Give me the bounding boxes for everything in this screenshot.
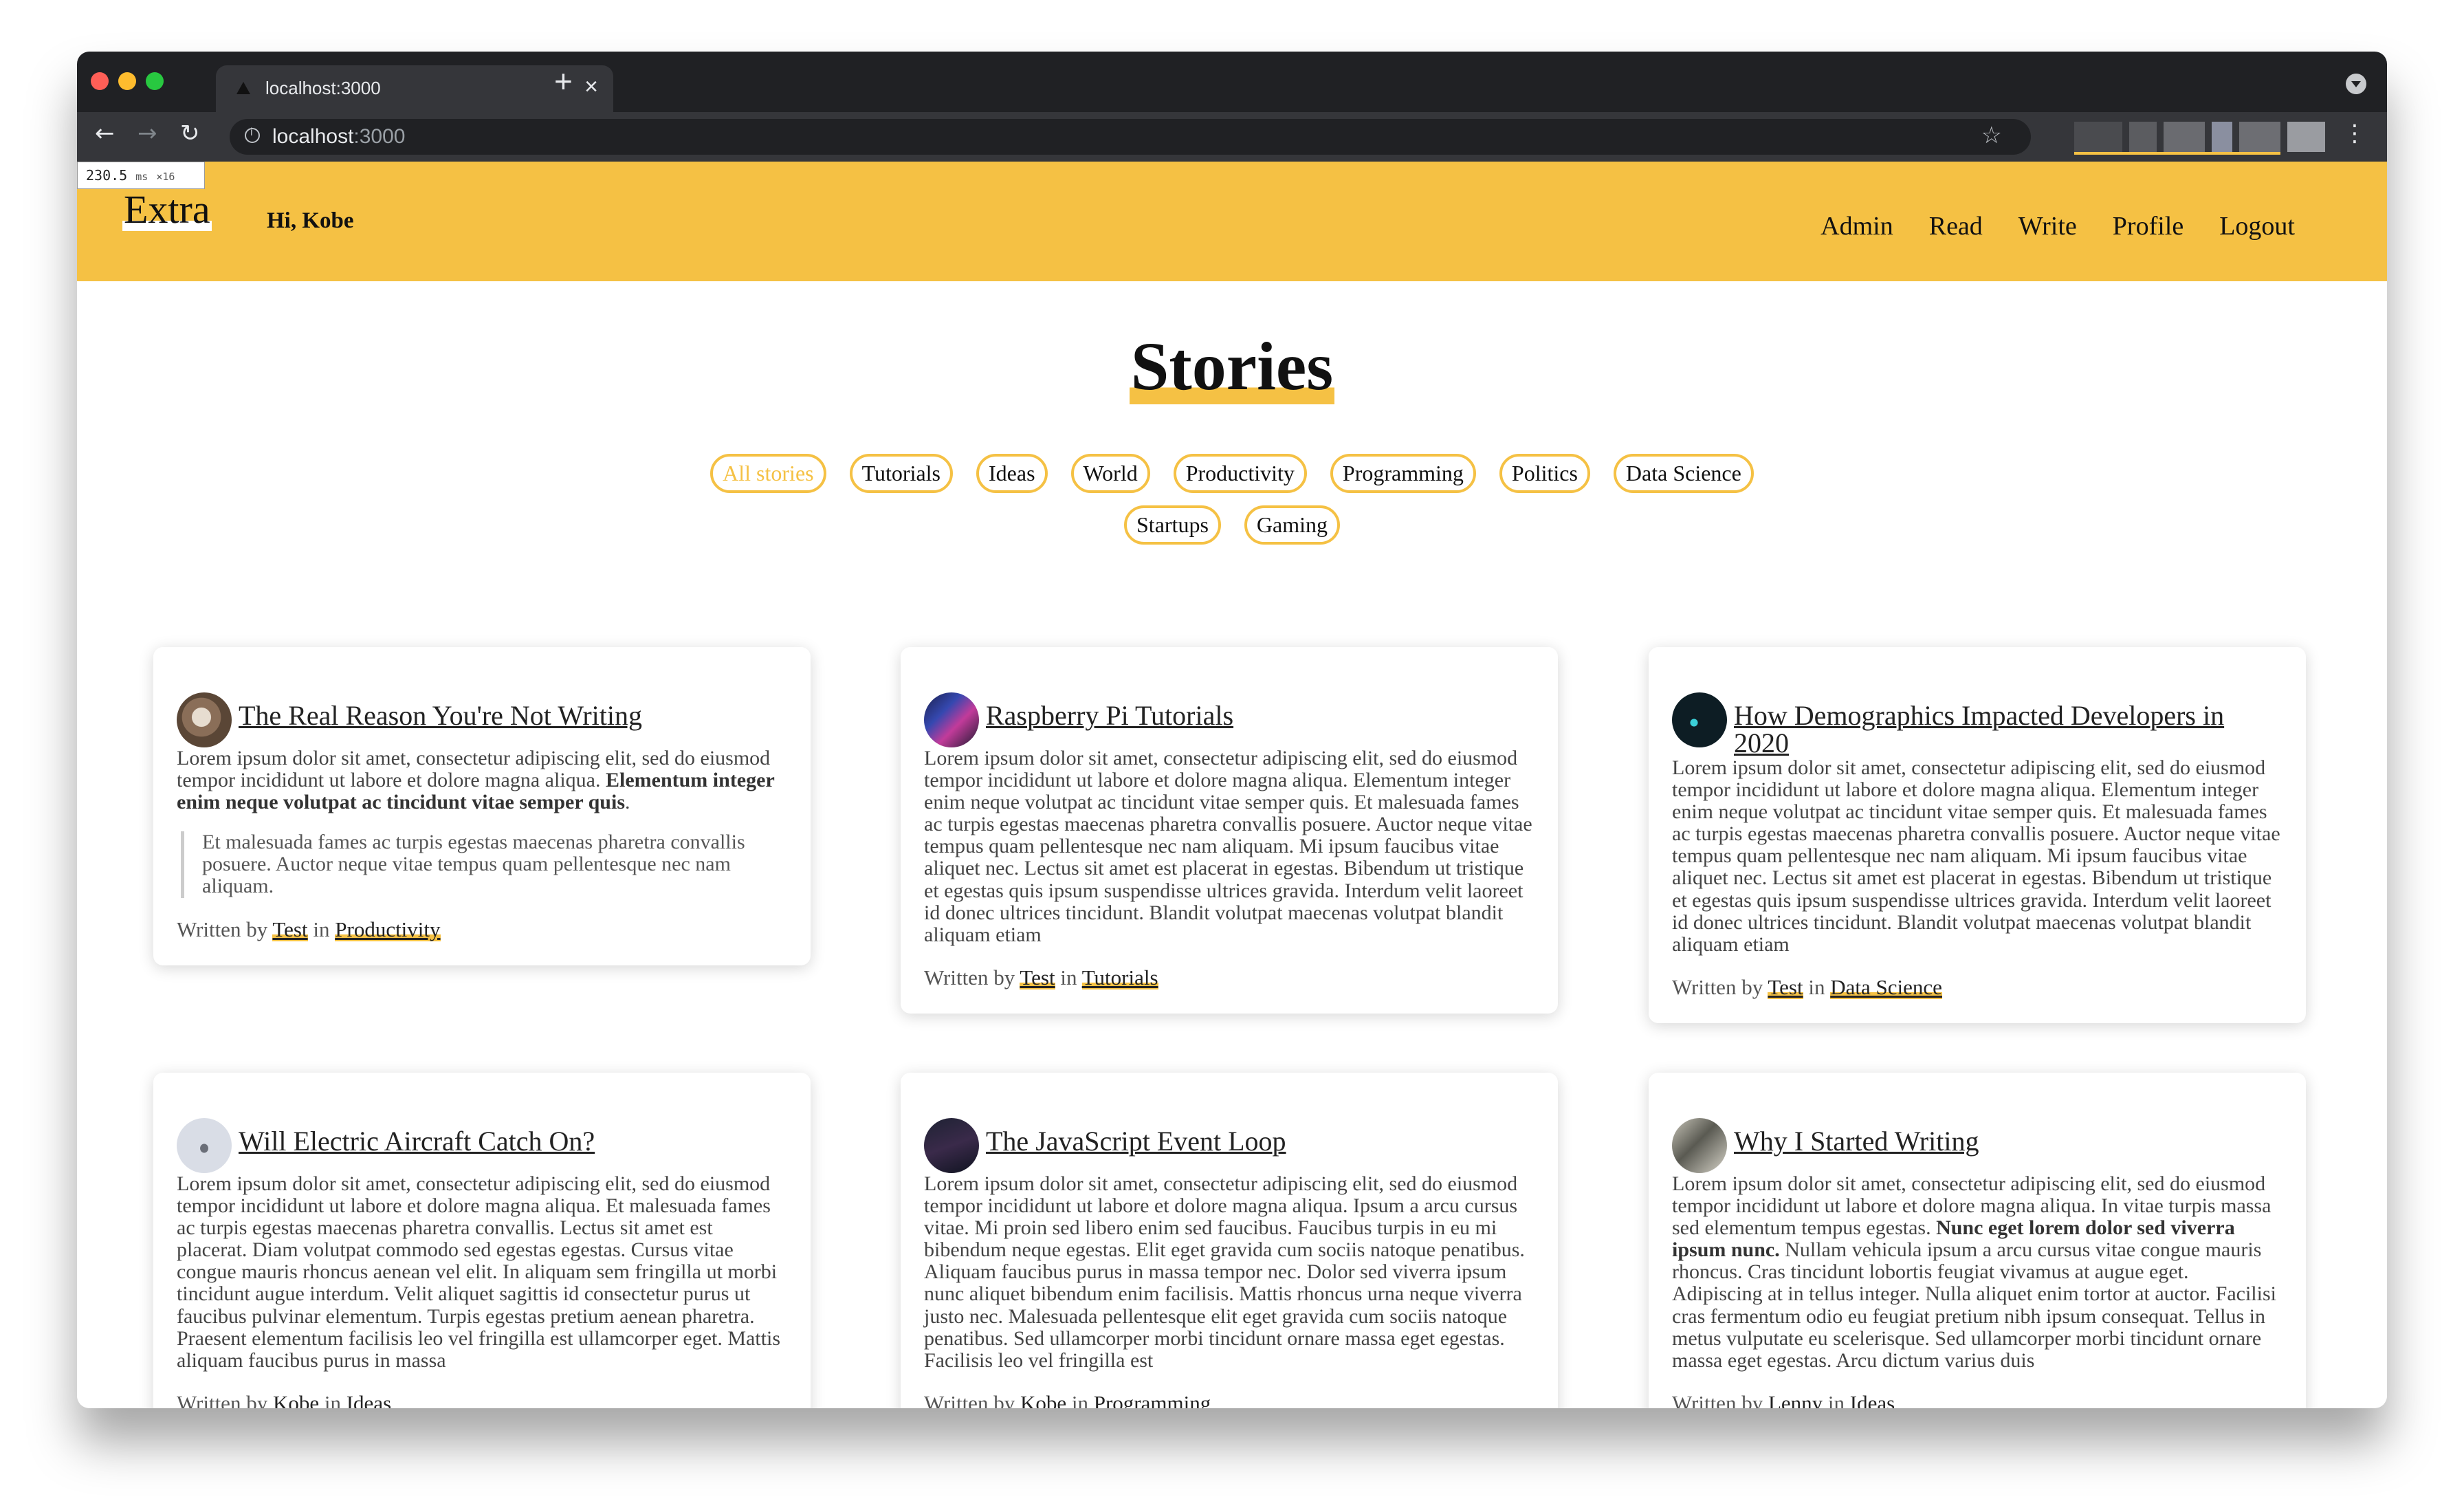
perf-badge: 230.5 ms ×16 [77, 162, 205, 189]
filter-ideas[interactable]: Ideas [976, 454, 1048, 493]
zoom-window-button[interactable] [146, 72, 164, 90]
category-link[interactable]: Data Science [1830, 974, 1942, 999]
reload-icon[interactable]: ↻ [180, 122, 200, 145]
nav-write[interactable]: Write [2018, 211, 2077, 241]
story-excerpt: Lorem ipsum dolor sit amet, consectetur … [177, 1172, 781, 1372]
author-link[interactable]: Kobe [272, 1390, 320, 1408]
story-title[interactable]: The Real Reason You're Not Writing [239, 692, 787, 730]
story-byline: Written by Test in Productivity [177, 917, 441, 941]
author-avatar [1672, 1118, 1727, 1173]
browser-toolbar: ← → ↻ localhost:3000 ☆ ⋮ [77, 112, 2387, 162]
nav-admin[interactable]: Admin [1820, 211, 1893, 241]
new-tab-button[interactable]: + [554, 65, 573, 97]
author-avatar [177, 1118, 232, 1173]
bookmark-star-icon[interactable]: ☆ [1981, 122, 2002, 149]
page-title: Stories [77, 327, 2387, 406]
tab-search-icon[interactable] [2346, 74, 2366, 94]
story-card: How Demographics Impacted Developers in … [1649, 647, 2306, 1023]
greeting: Hi, Kobe [267, 208, 354, 233]
author-link[interactable]: Test [1020, 965, 1055, 989]
author-avatar [924, 692, 979, 747]
browser-window: localhost:3000 × + ← → ↻ localhost:3000 … [77, 52, 2387, 1408]
filter-startups[interactable]: Startups [1124, 505, 1221, 545]
tab-bar: localhost:3000 × + [77, 52, 2387, 112]
favicon-icon [236, 82, 250, 94]
page-title-text: Stories [1129, 328, 1335, 404]
story-title[interactable]: Why I Started Writing [1734, 1118, 2282, 1155]
filter-all-stories[interactable]: All stories [710, 454, 826, 493]
author-link[interactable]: Test [272, 917, 308, 941]
forward-icon[interactable]: → [138, 122, 157, 145]
site-header: Extra Hi, Kobe Admin Read Write Profile … [77, 162, 2387, 281]
story-byline: Written by Lenny in Ideas [1672, 1390, 2282, 1408]
filter-programming[interactable]: Programming [1330, 454, 1476, 493]
story-byline: Written by Kobe in Programming [924, 1390, 1534, 1408]
category-link[interactable]: Ideas [1849, 1390, 1895, 1408]
filter-politics[interactable]: Politics [1499, 454, 1590, 493]
filter-data-science[interactable]: Data Science [1613, 454, 1754, 493]
story-excerpt: Lorem ipsum dolor sit amet, consectetur … [1672, 756, 2280, 956]
story-quote: Et malesuada fames ac turpis egestas mae… [181, 831, 787, 898]
story-byline: Written by Test in Tutorials [924, 965, 1158, 989]
author-link[interactable]: Lenny [1768, 1390, 1823, 1408]
author-link[interactable]: Test [1768, 974, 1803, 999]
story-excerpt: Lorem ipsum dolor sit amet, consectetur … [177, 747, 775, 814]
story-title[interactable]: How Demographics Impacted Developers in … [1734, 692, 2282, 757]
filter-gaming[interactable]: Gaming [1244, 505, 1340, 545]
story-byline: Written by Kobe in Ideas [177, 1390, 787, 1408]
story-excerpt: Lorem ipsum dolor sit amet, consectetur … [924, 747, 1532, 946]
category-filters: All stories Tutorials Ideas World Produc… [77, 454, 2387, 557]
url-text[interactable]: localhost:3000 [272, 125, 405, 149]
story-card: The JavaScript Event Loop Lorem ipsum do… [901, 1073, 1558, 1408]
author-avatar [924, 1118, 979, 1173]
perf-unit: ms [135, 171, 148, 183]
main-nav: Admin Read Write Profile Logout [1820, 211, 2295, 241]
author-avatar [177, 692, 232, 747]
story-card: Will Electric Aircraft Catch On? Lorem i… [153, 1073, 811, 1408]
filter-world[interactable]: World [1070, 454, 1150, 493]
tab-close-icon[interactable]: × [584, 74, 598, 100]
extensions-area[interactable] [2074, 122, 2329, 155]
nav-read[interactable]: Read [1929, 211, 1983, 241]
story-card: Raspberry Pi Tutorials Lorem ipsum dolor… [901, 647, 1558, 1014]
url-host: localhost [272, 125, 354, 148]
category-link[interactable]: Tutorials [1081, 965, 1158, 989]
nav-logout[interactable]: Logout [2219, 211, 2295, 241]
nav-profile[interactable]: Profile [2113, 211, 2184, 241]
browser-menu-icon[interactable]: ⋮ [2343, 122, 2366, 145]
minimize-window-button[interactable] [118, 72, 136, 90]
filter-tutorials[interactable]: Tutorials [849, 454, 953, 493]
url-port: :3000 [353, 125, 406, 148]
perf-value: 230.5 [86, 167, 128, 184]
story-card: Why I Started Writing Lorem ipsum dolor … [1649, 1073, 2306, 1408]
story-title[interactable]: The JavaScript Event Loop [986, 1118, 1534, 1155]
close-window-button[interactable] [91, 72, 109, 90]
story-excerpt: Lorem ipsum dolor sit amet, consectetur … [924, 1172, 1525, 1372]
story-title[interactable]: Raspberry Pi Tutorials [986, 692, 1534, 730]
author-link[interactable]: Kobe [1020, 1390, 1067, 1408]
filter-productivity[interactable]: Productivity [1173, 454, 1307, 493]
story-title[interactable]: Will Electric Aircraft Catch On? [239, 1118, 787, 1155]
story-excerpt: Lorem ipsum dolor sit amet, consectetur … [1672, 1172, 2276, 1372]
story-card: The Real Reason You're Not Writing Lorem… [153, 647, 811, 965]
tab-title: localhost:3000 [265, 78, 381, 98]
category-link[interactable]: Ideas [346, 1390, 392, 1408]
site-logo[interactable]: Extra [122, 188, 212, 231]
story-byline: Written by Test in Data Science [1672, 974, 1942, 999]
category-link[interactable]: Productivity [335, 917, 441, 941]
site-info-icon[interactable] [245, 127, 260, 143]
address-bar[interactable]: localhost:3000 ☆ [230, 119, 2031, 155]
category-link[interactable]: Programming [1093, 1390, 1211, 1408]
back-icon[interactable]: ← [95, 122, 115, 145]
perf-multiplier: ×16 [156, 171, 175, 183]
author-avatar [1672, 692, 1727, 747]
